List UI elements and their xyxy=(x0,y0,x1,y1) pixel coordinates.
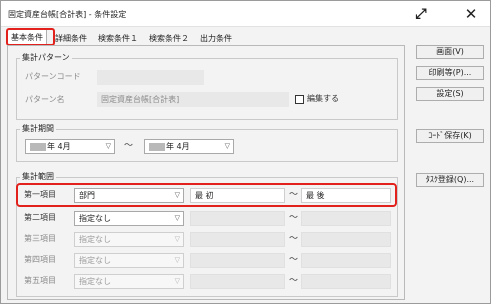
period-group-title: 集計期間 xyxy=(20,124,56,134)
range-row-4-label: 第四項目 xyxy=(24,255,56,264)
range-row-2-to-input xyxy=(301,211,391,226)
first-item-row-highlight xyxy=(16,183,397,207)
range-row-5-from-input xyxy=(190,274,285,289)
range-row-5-label: 第五項目 xyxy=(24,276,56,285)
range-row-5-to-input xyxy=(301,274,391,289)
range-row-3-from-input xyxy=(190,232,285,247)
edit-checkbox[interactable] xyxy=(295,95,304,104)
range-group-title: 集計範囲 xyxy=(20,172,56,182)
pattern-code-field xyxy=(97,70,204,85)
range-row-5-item-value: 指定なし xyxy=(79,277,111,286)
tab-search-conditions-1[interactable]: 検索条件１ xyxy=(98,32,138,45)
pattern-name-field: 固定資産台帳[合計表] xyxy=(97,92,289,107)
dialog-window: 固定資産台帳[合計表] - 条件設定 ⤢ ✕ 基本条件 詳細条件 検索条件１ 検… xyxy=(0,0,491,304)
basic-conditions-panel: 集計パターン パターンコード パターン名 固定資産台帳[合計表] 編集する 集計… xyxy=(7,45,405,300)
code-save-button[interactable]: ｺｰﾄﾞ保存(K) xyxy=(416,129,484,143)
chevron-down-icon: ▽ xyxy=(174,277,180,285)
range-row-4-from-input xyxy=(190,253,285,268)
range-row-2-label: 第二項目 xyxy=(24,213,56,222)
range-row-3-label: 第三項目 xyxy=(24,234,56,243)
print-button[interactable]: 印刷等(P)... xyxy=(416,66,484,80)
tab-highlight-box xyxy=(6,28,55,46)
period-from-year-mask xyxy=(30,142,46,151)
range-row-3-item-select: 指定なし ▽ xyxy=(74,232,184,247)
expand-arrows-icon[interactable]: ⤢ xyxy=(411,5,431,22)
close-icon[interactable]: ✕ xyxy=(461,5,481,23)
task-register-button[interactable]: ﾀｽｸ登録(Q)... xyxy=(416,173,484,187)
chevron-down-icon: ▽ xyxy=(105,142,111,150)
range-row-3-item-value: 指定なし xyxy=(79,235,111,244)
range-row-4-item-value: 指定なし xyxy=(79,256,111,265)
pattern-code-label: パターンコード xyxy=(25,72,81,81)
range-row-3-to-input xyxy=(301,232,391,247)
title-bar: 固定資産台帳[合計表] - 条件設定 ⤢ ✕ xyxy=(1,1,490,27)
tab-detail-conditions[interactable]: 詳細条件 xyxy=(55,32,87,45)
tab-output-conditions[interactable]: 出力条件 xyxy=(200,32,232,45)
range-row-4-to-input xyxy=(301,253,391,268)
period-tilde: ～ xyxy=(124,141,134,151)
pattern-group xyxy=(16,58,398,120)
pattern-group-title: 集計パターン xyxy=(20,53,72,63)
chevron-down-icon: ▽ xyxy=(174,256,180,264)
period-to-select[interactable]: 年 4月 ▽ xyxy=(144,139,234,154)
range-row-5-tilde: ～ xyxy=(289,276,299,286)
screen-button[interactable]: 画面(V) xyxy=(416,45,484,59)
range-row-2-item-select[interactable]: 指定なし ▽ xyxy=(74,211,184,226)
period-to-year-mask xyxy=(149,142,165,151)
edit-checkbox-label: 編集する xyxy=(307,94,339,103)
range-row-2-from-input xyxy=(190,211,285,226)
pattern-name-label: パターン名 xyxy=(25,95,65,104)
chevron-down-icon: ▽ xyxy=(224,142,230,150)
range-row-3-tilde: ～ xyxy=(289,234,299,244)
range-row-2-tilde: ～ xyxy=(289,213,299,223)
period-from-select[interactable]: 年 4月 ▽ xyxy=(25,139,115,154)
range-row-4-tilde: ～ xyxy=(289,255,299,265)
chevron-down-icon: ▽ xyxy=(174,214,180,222)
period-from-value: 年 4月 xyxy=(47,142,71,151)
range-row-4-item-select: 指定なし ▽ xyxy=(74,253,184,268)
window-title: 固定資産台帳[合計表] - 条件設定 xyxy=(8,10,127,19)
settings-button[interactable]: 設定(S) xyxy=(416,87,484,101)
range-row-2-item-value: 指定なし xyxy=(79,214,111,223)
period-to-value: 年 4月 xyxy=(166,142,190,151)
tab-search-conditions-2[interactable]: 検索条件２ xyxy=(149,32,189,45)
range-row-5-item-select: 指定なし ▽ xyxy=(74,274,184,289)
chevron-down-icon: ▽ xyxy=(174,235,180,243)
